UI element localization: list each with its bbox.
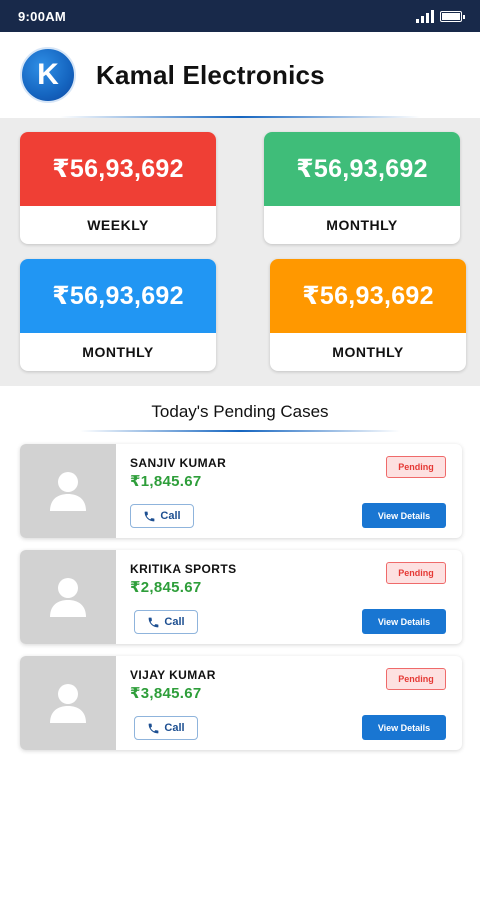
avatar [20, 444, 116, 538]
call-label: Call [164, 722, 185, 734]
stats-area: ₹56,93,692 WEEKLY ₹56,93,692 MONTHLY ₹56… [0, 118, 480, 386]
stat-label: MONTHLY [82, 344, 154, 360]
status-badge: Pending [386, 456, 446, 478]
stat-value: ₹56,93,692 [20, 132, 216, 206]
stat-label: WEEKLY [87, 217, 149, 233]
call-button[interactable]: Call [130, 504, 194, 528]
signal-icon [416, 9, 434, 23]
case-amount: ₹2,845.67 [130, 579, 202, 596]
case-name: KRITIKA SPORTS [130, 562, 237, 576]
status-badge: Pending [386, 668, 446, 690]
pending-case-card[interactable]: KRITIKA SPORTS ₹2,845.67 Pending Call Vi… [20, 550, 462, 644]
pending-section-title: Today's Pending Cases [151, 402, 329, 421]
user-icon [50, 472, 86, 511]
avatar [20, 656, 116, 750]
stat-value: ₹56,93,692 [264, 132, 460, 206]
case-amount: ₹3,845.67 [130, 685, 202, 702]
status-time: 9:00AM [18, 8, 67, 24]
stat-label: MONTHLY [332, 344, 404, 360]
stat-value: ₹56,93,692 [20, 259, 216, 333]
view-details-button[interactable]: View Details [362, 609, 446, 634]
call-button[interactable]: Call [134, 610, 198, 634]
pending-case-card[interactable]: SANJIV KUMAR ₹1,845.67 Pending Call View… [20, 444, 462, 538]
status-bar: 9:00AM [0, 0, 480, 32]
section-divider [80, 430, 400, 432]
logo-letter: K [37, 58, 59, 91]
avatar [20, 550, 116, 644]
pending-case-card[interactable]: VIJAY KUMAR ₹3,845.67 Pending Call View … [20, 656, 462, 750]
stat-card-monthly[interactable]: ₹56,93,692 MONTHLY [270, 259, 466, 371]
brand-logo: K [20, 47, 76, 103]
stat-card-monthly[interactable]: ₹56,93,692 MONTHLY [20, 259, 216, 371]
view-details-button[interactable]: View Details [362, 715, 446, 740]
stat-label: MONTHLY [326, 217, 398, 233]
call-label: Call [164, 616, 185, 628]
call-label: Call [160, 510, 181, 522]
status-icons [416, 9, 465, 23]
app-header: K Kamal Electronics [0, 32, 480, 118]
view-details-button[interactable]: View Details [362, 503, 446, 528]
app-title: Kamal Electronics [96, 59, 325, 90]
case-amount: ₹1,845.67 [130, 473, 202, 490]
user-icon [50, 578, 86, 617]
battery-icon [440, 10, 465, 22]
phone-icon [149, 723, 159, 733]
case-name: VIJAY KUMAR [130, 668, 216, 682]
stat-value: ₹56,93,692 [270, 259, 466, 333]
phone-icon [149, 617, 159, 627]
phone-icon [145, 511, 155, 521]
call-button[interactable]: Call [134, 716, 198, 740]
case-name: SANJIV KUMAR [130, 456, 227, 470]
user-icon [50, 684, 86, 723]
stat-card-weekly[interactable]: ₹56,93,692 WEEKLY [20, 132, 216, 244]
stat-card-monthly[interactable]: ₹56,93,692 MONTHLY [264, 132, 460, 244]
status-badge: Pending [386, 562, 446, 584]
